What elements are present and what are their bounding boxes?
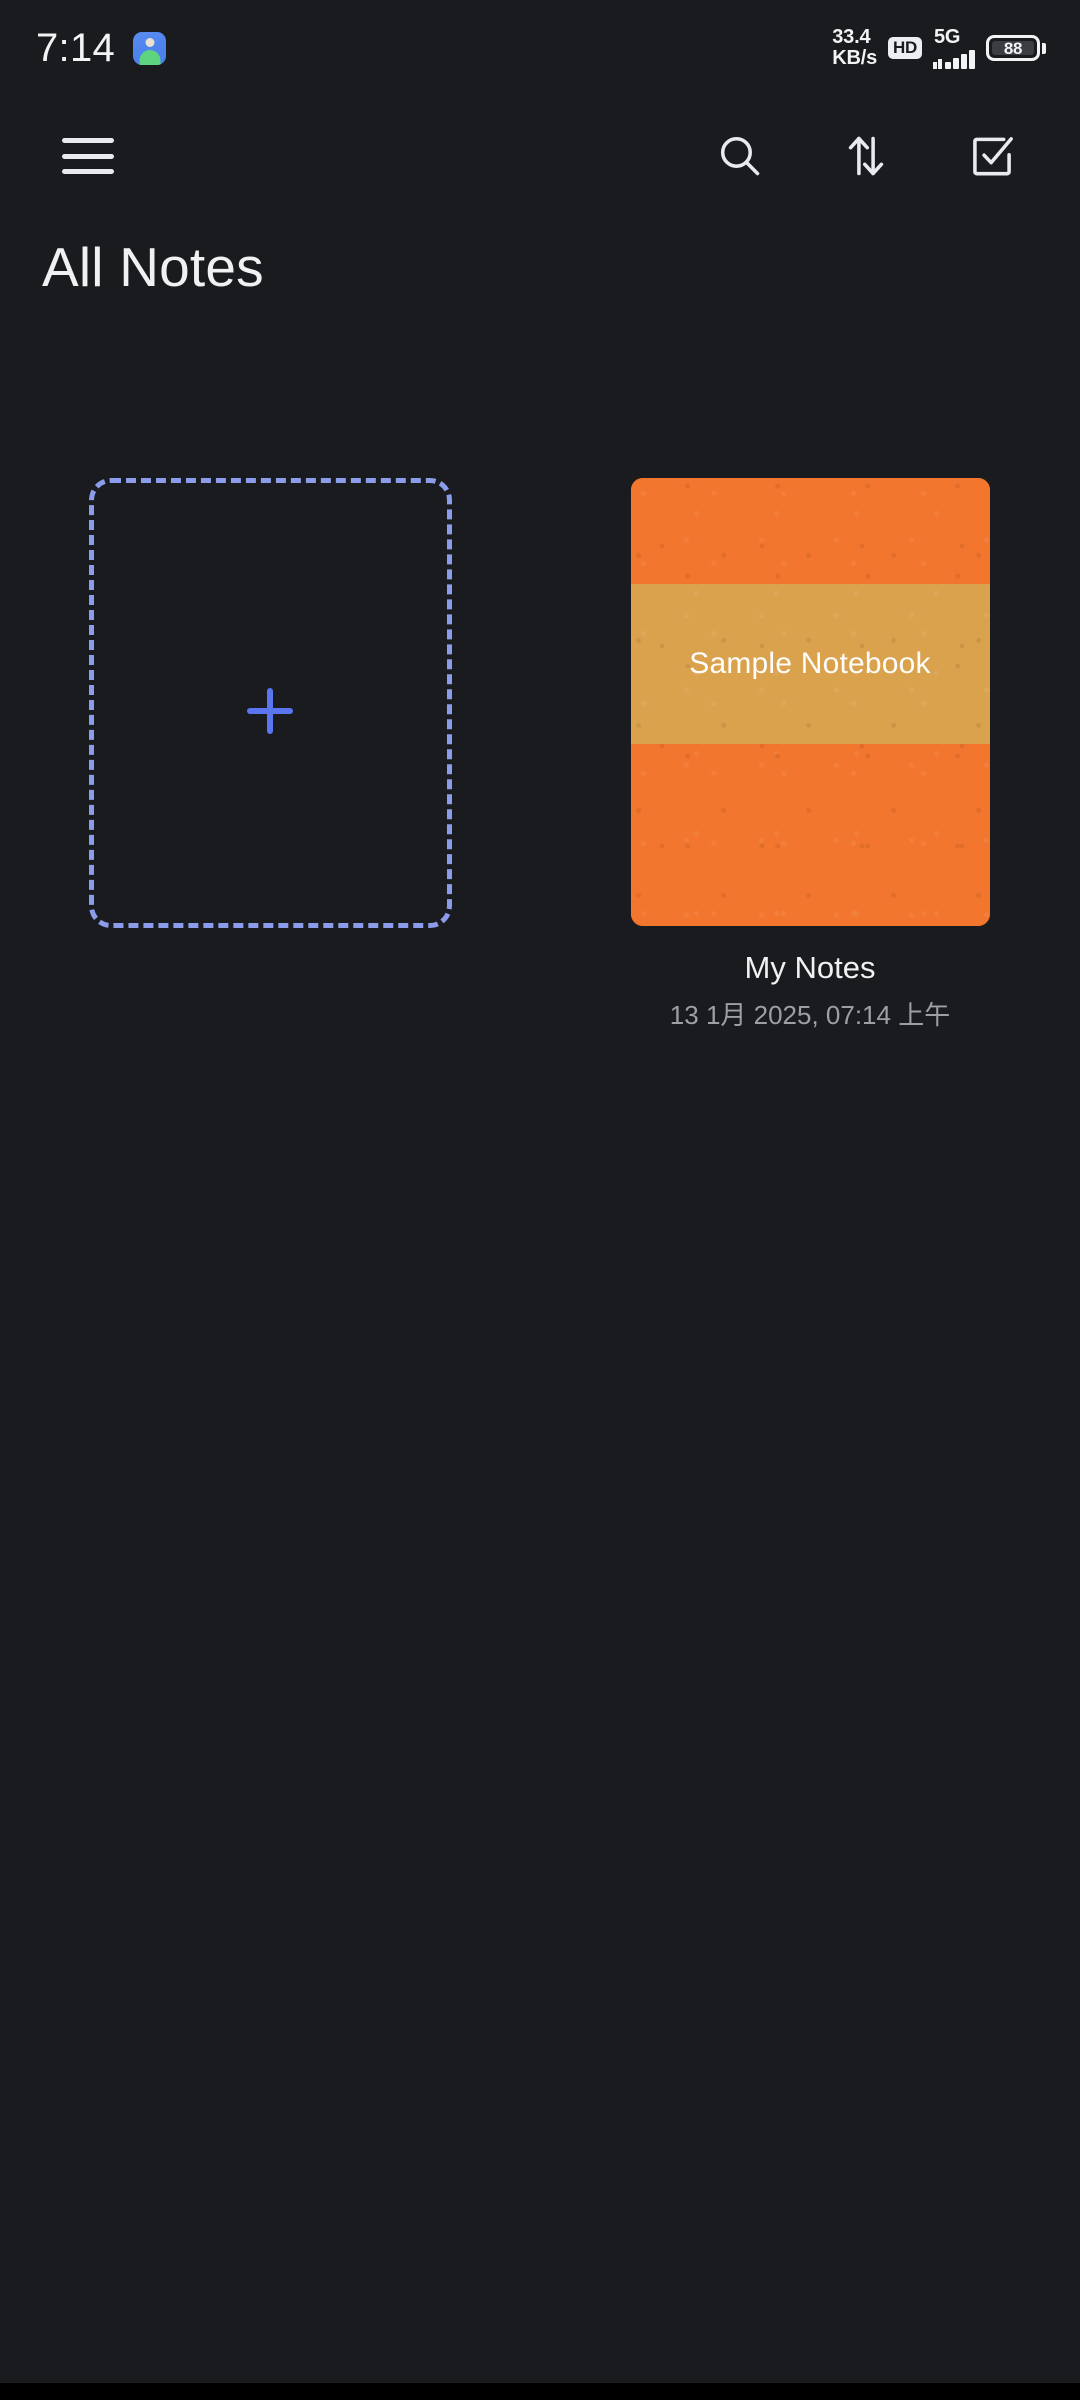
sort-button[interactable] [818, 108, 914, 204]
network-type-label: 5G [934, 26, 961, 48]
page-title: All Notes [42, 236, 264, 298]
battery-level-text: 88 [1003, 38, 1023, 58]
hamburger-menu-button[interactable] [40, 108, 136, 204]
notebook-cover-label-band: Sample Notebook [630, 584, 990, 744]
signal-bar-4 [969, 50, 975, 69]
data-transfer-icon [933, 59, 942, 69]
app-bar [0, 104, 1080, 208]
signal-indicator: 5G [933, 27, 975, 69]
status-bar-right: 33.4 KB/s HD 5G 88 [832, 27, 1046, 69]
search-button[interactable] [692, 108, 788, 204]
signal-bar-1 [945, 62, 951, 69]
select-mode-button[interactable] [944, 108, 1040, 204]
signal-bar-3 [961, 54, 967, 69]
network-speed-value: 33.4 [832, 26, 871, 49]
hd-badge: HD [888, 37, 922, 59]
notebook-cover-text: Sample Notebook [689, 647, 931, 680]
select-checkbox-icon [973, 137, 1013, 176]
network-speed-unit: KB/s [832, 47, 878, 69]
sort-arrows-icon [848, 136, 884, 176]
notebook-date: 13 1月 2025, 07:14 上午 [669, 1000, 951, 1030]
status-clock: 7:14 [36, 26, 116, 70]
phone-screen: 7:14 33.4 KB/s HD 5G 88 All Notes Sample… [0, 0, 1080, 2400]
android-head [145, 37, 155, 47]
grid-cell-add [0, 478, 540, 928]
battery-shell: 88 [986, 35, 1040, 61]
network-speed: 33.4 KB/s [832, 27, 877, 69]
status-bar-left: 7:14 [36, 26, 167, 70]
add-notebook-tile[interactable] [88, 478, 452, 928]
hamburger-menu-icon [62, 138, 114, 174]
battery-icon: 88 [986, 35, 1046, 61]
signal-bars-icon [933, 48, 975, 69]
notebook-cover-top-band [630, 478, 990, 584]
battery-cap [1042, 42, 1046, 54]
search-icon [720, 136, 760, 176]
android-notification-icon [133, 31, 167, 65]
status-bar: 7:14 33.4 KB/s HD 5G 88 [0, 0, 1080, 96]
grid-cell-notebook: Sample Notebook My Notes 13 1月 2025, 07:… [540, 478, 1080, 1028]
notebook-cover-bottom-band [630, 744, 990, 926]
plus-icon [247, 688, 293, 734]
system-navigation-bar [0, 2383, 1080, 2400]
notebook-title: My Notes [744, 950, 876, 985]
android-body [139, 49, 161, 65]
notes-grid: Sample Notebook My Notes 13 1月 2025, 07:… [0, 478, 1080, 1028]
battery-fill: 88 [992, 38, 1034, 58]
app-bar-actions [692, 108, 1040, 204]
signal-bar-2 [953, 58, 959, 69]
notebook-card[interactable]: Sample Notebook [630, 478, 990, 926]
